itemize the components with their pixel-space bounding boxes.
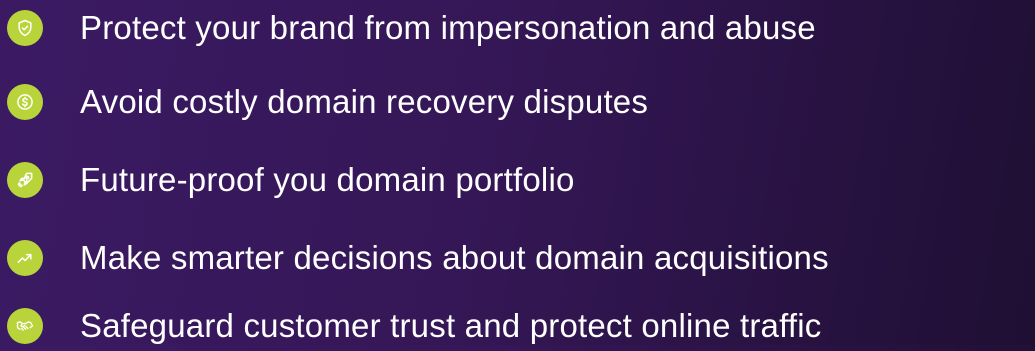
benefit-text: Future-proof you domain portfolio [80, 161, 575, 198]
benefit-text: Safeguard customer trust and protect onl… [80, 307, 822, 344]
shield-check-icon [7, 10, 43, 46]
benefit-text: Protect your brand from impersonation an… [80, 9, 816, 46]
dollar-coin-icon [7, 84, 43, 120]
benefit-text: Avoid costly domain recovery disputes [80, 83, 649, 120]
benefit-text: Make smarter decisions about domain acqu… [80, 239, 829, 276]
trending-up-icon [7, 240, 43, 276]
handshake-icon [7, 308, 43, 344]
rocket-icon [7, 162, 43, 198]
benefits-list: Protect your brand from impersonation an… [0, 0, 1035, 345]
